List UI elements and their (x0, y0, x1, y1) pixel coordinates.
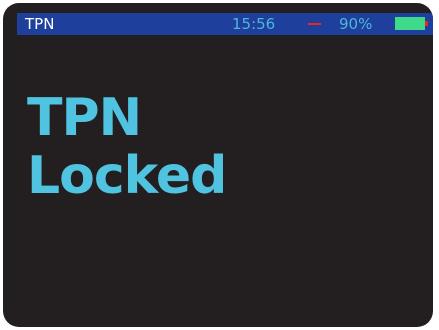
signal-indicator-icon (308, 23, 321, 25)
lock-status-message: TPN Locked (27, 88, 227, 206)
device-screen: TPN 15:56 90% TPN Locked (3, 3, 433, 327)
battery-percent: 90% (339, 15, 373, 33)
message-line-2: Locked (27, 146, 227, 206)
battery-icon (395, 17, 425, 30)
status-title: TPN (25, 15, 55, 33)
message-line-1: TPN (27, 88, 142, 148)
status-bar: TPN 15:56 90% (17, 13, 433, 35)
clock-time: 15:56 (232, 15, 276, 33)
battery-tip-icon (425, 21, 428, 26)
